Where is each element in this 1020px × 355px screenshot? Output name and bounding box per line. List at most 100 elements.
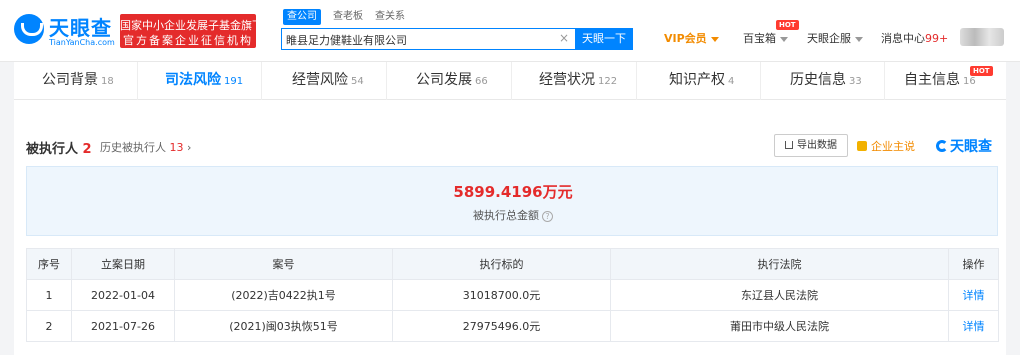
history-count: 13: [169, 141, 184, 154]
cell-court: 莆田市中级人民法院: [610, 310, 949, 342]
tab-divider: [760, 62, 761, 100]
tab-self-info[interactable]: 自主信息 16: [904, 62, 976, 100]
search-tab-company[interactable]: 查公司: [283, 9, 321, 25]
col-court: 执行法院: [610, 248, 949, 280]
section-title-text: 被执行人: [26, 142, 79, 157]
tab-divider: [386, 62, 387, 100]
tab-count: 4: [728, 76, 735, 87]
owner-label: 企业主说: [871, 140, 915, 153]
detail-link[interactable]: 详情: [948, 279, 999, 311]
tab-label: 公司发展: [416, 72, 472, 88]
hot-badge: HOT: [776, 20, 799, 30]
logo-name: 天眼查: [49, 16, 112, 40]
col-amount: 执行标的: [392, 248, 611, 280]
brand-icon: [936, 140, 948, 152]
total-amount-text: 被执行总金额: [473, 209, 539, 222]
credit-badge[interactable]: 国家中小企业发展子基金旗下 官方备案企业征信机构: [120, 14, 263, 48]
download-icon: [785, 141, 793, 149]
cell-amount: 27975496.0元: [392, 310, 611, 342]
help-icon[interactable]: ?: [542, 210, 553, 222]
tab-company-background[interactable]: 公司背景 18: [42, 62, 114, 100]
tab-count: 54: [351, 76, 364, 87]
brand-label: 天眼查: [950, 139, 992, 155]
search-box: ×: [281, 28, 575, 50]
tab-label: 公司背景: [42, 72, 98, 88]
section-tabs: 公司背景 18 司法风险 191 经营风险 54 公司发展 66 经营状况 122 知识产…: [14, 62, 1006, 100]
chevron-down-icon: [780, 36, 788, 42]
vip-menu[interactable]: VIP会员: [664, 30, 719, 46]
logo-domain: TianYanCha.com: [49, 38, 115, 47]
cell-index: 2: [26, 310, 72, 342]
tab-business-risk[interactable]: 经营风险 54: [292, 62, 364, 100]
search-tab-relation[interactable]: 查关系: [371, 9, 409, 25]
cell-court: 东辽县人民法院: [610, 279, 949, 311]
search-input[interactable]: [286, 32, 546, 48]
cell-case-no: (2021)闽03执恢51号: [174, 310, 393, 342]
detail-link[interactable]: 详情: [948, 310, 999, 342]
section-count: 2: [82, 142, 92, 157]
message-center-label: 消息中心: [881, 32, 925, 45]
main-card: 公司背景 18 司法风险 191 经营风险 54 公司发展 66 经营状况 122 知识产…: [14, 62, 1006, 355]
export-data-button[interactable]: 导出数据: [774, 134, 848, 157]
cell-date: 2021-07-26: [71, 310, 175, 342]
treasure-box-menu[interactable]: 百宝箱: [743, 30, 788, 46]
search-tab-boss[interactable]: 查老板: [329, 9, 367, 25]
tab-label: 自主信息: [904, 72, 960, 88]
clear-icon[interactable]: ×: [559, 31, 569, 45]
summary-box: 5899.4196万元 被执行总金额?: [26, 166, 998, 236]
export-label: 导出数据: [797, 140, 837, 151]
brand-mark: 天眼查: [936, 136, 992, 156]
history-executed-link[interactable]: 历史被执行人 13 ›: [100, 139, 191, 155]
tab-label: 司法风险: [165, 72, 221, 88]
tab-divider: [137, 62, 138, 100]
tab-company-development[interactable]: 公司发展 66: [416, 62, 488, 100]
executed-table: 序号 立案日期 案号 执行标的 执行法院 操作 1 2022-01-04 (20…: [26, 248, 999, 342]
speaker-icon: [857, 141, 867, 151]
tab-divider: [261, 62, 262, 100]
cell-amount: 31018700.0元: [392, 279, 611, 311]
tab-legal-risk[interactable]: 司法风险 191: [165, 62, 243, 100]
treasure-box-label: 百宝箱: [743, 32, 776, 45]
cell-case-no: (2022)吉0422执1号: [174, 279, 393, 311]
tab-intellectual-property[interactable]: 知识产权 4: [669, 62, 734, 100]
tab-label: 经营风险: [292, 72, 348, 88]
tab-count: 66: [475, 76, 488, 87]
tab-history[interactable]: 历史信息 33: [790, 62, 862, 100]
tab-count: 191: [224, 76, 244, 87]
section-title: 被执行人 2: [26, 138, 92, 157]
search-button[interactable]: 天眼一下: [575, 28, 633, 50]
tab-label: 历史信息: [790, 72, 846, 88]
chevron-down-icon: [710, 36, 719, 42]
message-center-link[interactable]: 消息中心99+: [881, 30, 948, 46]
chevron-right-icon: ›: [187, 141, 192, 154]
col-index: 序号: [26, 248, 72, 280]
tab-count: 33: [849, 76, 862, 87]
top-header: 天眼查 TianYanCha.com 国家中小企业发展子基金旗下 官方备案企业征…: [0, 0, 1020, 62]
total-amount: 5899.4196万元: [453, 183, 573, 201]
tab-label: 知识产权: [669, 72, 725, 88]
site-logo[interactable]: 天眼查 TianYanCha.com: [14, 12, 115, 50]
badge-line2: 官方备案企业征信机构: [123, 34, 253, 47]
table-header-row: 序号 立案日期 案号 执行标的 执行法院 操作: [26, 248, 999, 280]
tab-divider: [636, 62, 637, 100]
logo-icon: [14, 14, 44, 44]
tab-count: 122: [598, 76, 618, 87]
table-row: 2 2021-07-26 (2021)闽03执恢51号 27975496.0元 …: [26, 310, 999, 342]
history-label: 历史被执行人: [100, 141, 166, 154]
chevron-down-icon: [855, 36, 863, 42]
avatar[interactable]: [960, 28, 1004, 46]
col-action: 操作: [948, 248, 999, 280]
table-row: 1 2022-01-04 (2022)吉0422执1号 31018700.0元 …: [26, 279, 999, 311]
tab-divider: [884, 62, 885, 100]
total-amount-label: 被执行总金额?: [27, 207, 999, 223]
owner-says-link[interactable]: 企业主说: [857, 138, 915, 154]
badge-line1: 国家中小企业发展子基金旗下: [120, 19, 263, 32]
tab-label: 经营状况: [539, 72, 595, 88]
tab-divider: [511, 62, 512, 100]
tab-count: 16: [963, 76, 976, 87]
cell-index: 1: [26, 279, 72, 311]
tab-count: 18: [101, 76, 114, 87]
tab-business-status[interactable]: 经营状况 122: [539, 62, 617, 100]
enterprise-service-label: 天眼企服: [807, 32, 851, 45]
enterprise-service-menu[interactable]: 天眼企服: [807, 30, 863, 46]
